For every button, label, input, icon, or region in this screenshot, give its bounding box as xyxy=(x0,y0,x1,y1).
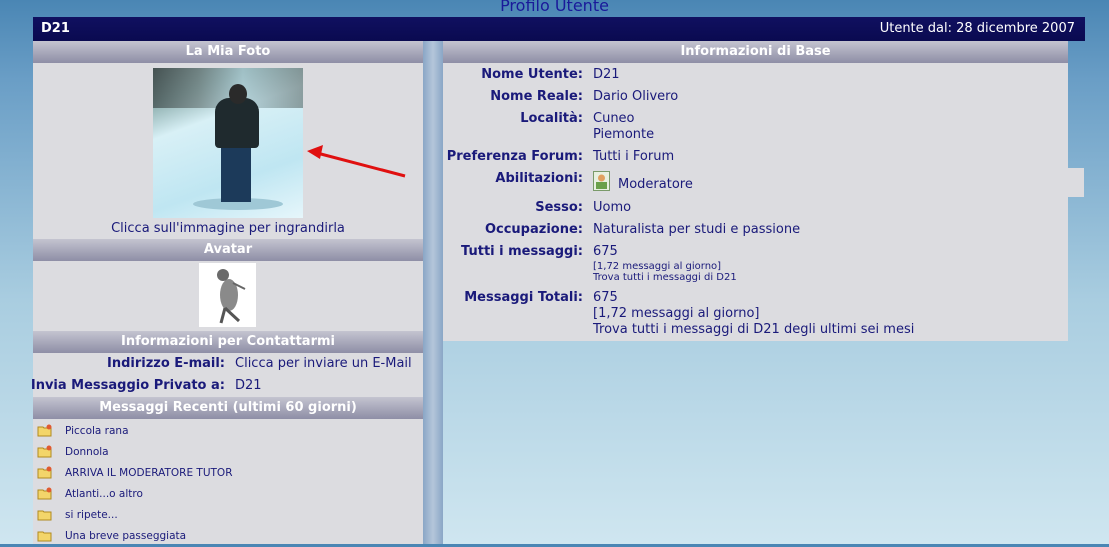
find-all-posts-link[interactable]: Trova tutti i messaggi di D21 xyxy=(593,272,737,283)
info-forum-pref-row: Preferenza Forum: Tutti i Forum xyxy=(443,149,1068,167)
info-label: Messaggi Totali: xyxy=(464,290,583,305)
user-photo[interactable] xyxy=(153,68,303,218)
right-column: Informazioni di Base Nome Utente: D21 No… xyxy=(443,41,1068,341)
pm-label: Invia Messaggio Privato a: xyxy=(30,378,225,393)
hot-folder-icon xyxy=(37,424,52,437)
info-value: Tutti i Forum xyxy=(593,149,675,164)
find-recent-posts-link[interactable]: Trova tutti i messaggi di D21 degli ulti… xyxy=(593,322,914,337)
pm-link[interactable]: D21 xyxy=(235,375,262,397)
recent-post-link[interactable]: si ripete... xyxy=(65,505,118,526)
recent-post-link[interactable]: Atlanti...o altro xyxy=(65,484,143,505)
profile-topbar: D21 Utente dal: 28 dicembre 2007 xyxy=(33,17,1085,41)
basic-info-header: Informazioni di Base xyxy=(443,41,1068,63)
recent-section-header: Messaggi Recenti (ultimi 60 giorni) xyxy=(33,397,423,419)
info-job-row: Occupazione: Naturalista per studi e pas… xyxy=(443,222,1068,240)
info-label: Nome Utente: xyxy=(481,67,583,82)
moderator-icon xyxy=(593,171,610,191)
contact-pm-row: Invia Messaggio Privato a: D21 xyxy=(30,375,423,397)
folder-icon xyxy=(37,510,52,521)
photo-section-header: La Mia Foto xyxy=(33,41,423,63)
recent-posts-list: Piccola rana Donnola ARRIVA IL MODERATOR… xyxy=(33,421,423,547)
info-location-row: Località: Cuneo Piemonte xyxy=(443,111,1068,147)
info-total-msgs-row: Messaggi Totali: 675 [1,72 messaggi al g… xyxy=(443,290,1068,340)
page-title: Profilo Utente xyxy=(500,0,609,15)
info-label: Nome Reale: xyxy=(490,89,583,104)
avatar-section-header: Avatar xyxy=(33,239,423,261)
member-since: Utente dal: 28 dicembre 2007 xyxy=(879,21,1075,36)
topbar-username: D21 xyxy=(41,21,70,36)
cat-avatar-icon xyxy=(217,269,246,324)
contact-section-header: Informazioni per Contattarmi xyxy=(33,331,423,353)
photo-person-head xyxy=(229,84,247,104)
info-label: Località: xyxy=(520,111,583,126)
recent-post-link[interactable]: Donnola xyxy=(65,442,109,463)
email-link[interactable]: Clicca per inviare un E-Mail xyxy=(235,353,412,375)
info-username-row: Nome Utente: D21 xyxy=(443,67,1068,85)
photo-section: Clicca sull'immagine per ingrandirla xyxy=(33,63,423,239)
folder-icon xyxy=(37,531,52,542)
info-value: 675 xyxy=(593,244,618,259)
hot-folder-icon xyxy=(37,487,52,500)
photo-caption: Clicca sull'immagine per ingrandirla xyxy=(111,221,345,236)
photo-person-legs xyxy=(221,146,251,202)
hot-folder-icon xyxy=(37,466,52,479)
info-value: Piemonte xyxy=(593,127,655,142)
info-value: Naturalista per studi e passione xyxy=(593,222,801,237)
list-item: Piccola rana xyxy=(33,421,423,442)
info-label: Tutti i messaggi: xyxy=(461,244,583,259)
recent-post-link[interactable]: Piccola rana xyxy=(65,421,129,442)
info-value: Moderatore xyxy=(618,177,693,192)
list-item: Donnola xyxy=(33,442,423,463)
info-value: Dario Olivero xyxy=(593,89,679,104)
row-overflow-cell xyxy=(1068,168,1084,197)
red-arrow-icon xyxy=(307,145,406,178)
email-label: Indirizzo E-mail: xyxy=(106,356,225,371)
info-label: Sesso: xyxy=(535,200,583,215)
info-value: 675 xyxy=(593,290,618,305)
left-column: La Mia Foto Clicca sull'immagine per ing… xyxy=(30,41,423,547)
list-item: ARRIVA IL MODERATORE TUTOR xyxy=(33,463,423,484)
column-divider xyxy=(423,41,443,544)
recent-post-link[interactable]: ARRIVA IL MODERATORE TUTOR xyxy=(65,463,233,484)
info-value: D21 xyxy=(593,67,620,82)
info-sex-row: Sesso: Uomo xyxy=(443,200,1068,218)
info-label: Abilitazioni: xyxy=(495,171,583,186)
avatar-section xyxy=(33,261,423,331)
info-rate: [1,72 messaggi al giorno] xyxy=(593,306,760,321)
hot-folder-icon xyxy=(37,445,52,458)
contact-email-row: Indirizzo E-mail: Clicca per inviare un … xyxy=(33,353,423,375)
info-label: Occupazione: xyxy=(484,222,583,237)
info-role-row: Abilitazioni: Moderatore xyxy=(443,171,1068,197)
info-all-msgs-row: Tutti i messaggi: 675 [1,72 messaggi al … xyxy=(443,244,1068,284)
info-value: Cuneo xyxy=(593,111,635,126)
photo-person-body xyxy=(215,98,259,148)
info-value: Uomo xyxy=(593,200,632,215)
avatar xyxy=(199,263,256,327)
info-label: Preferenza Forum: xyxy=(446,149,583,164)
list-item: Atlanti...o altro xyxy=(33,484,423,505)
info-rate: [1,72 messaggi al giorno] xyxy=(593,261,722,272)
list-item: si ripete... xyxy=(33,505,423,526)
info-realname-row: Nome Reale: Dario Olivero xyxy=(443,89,1068,107)
